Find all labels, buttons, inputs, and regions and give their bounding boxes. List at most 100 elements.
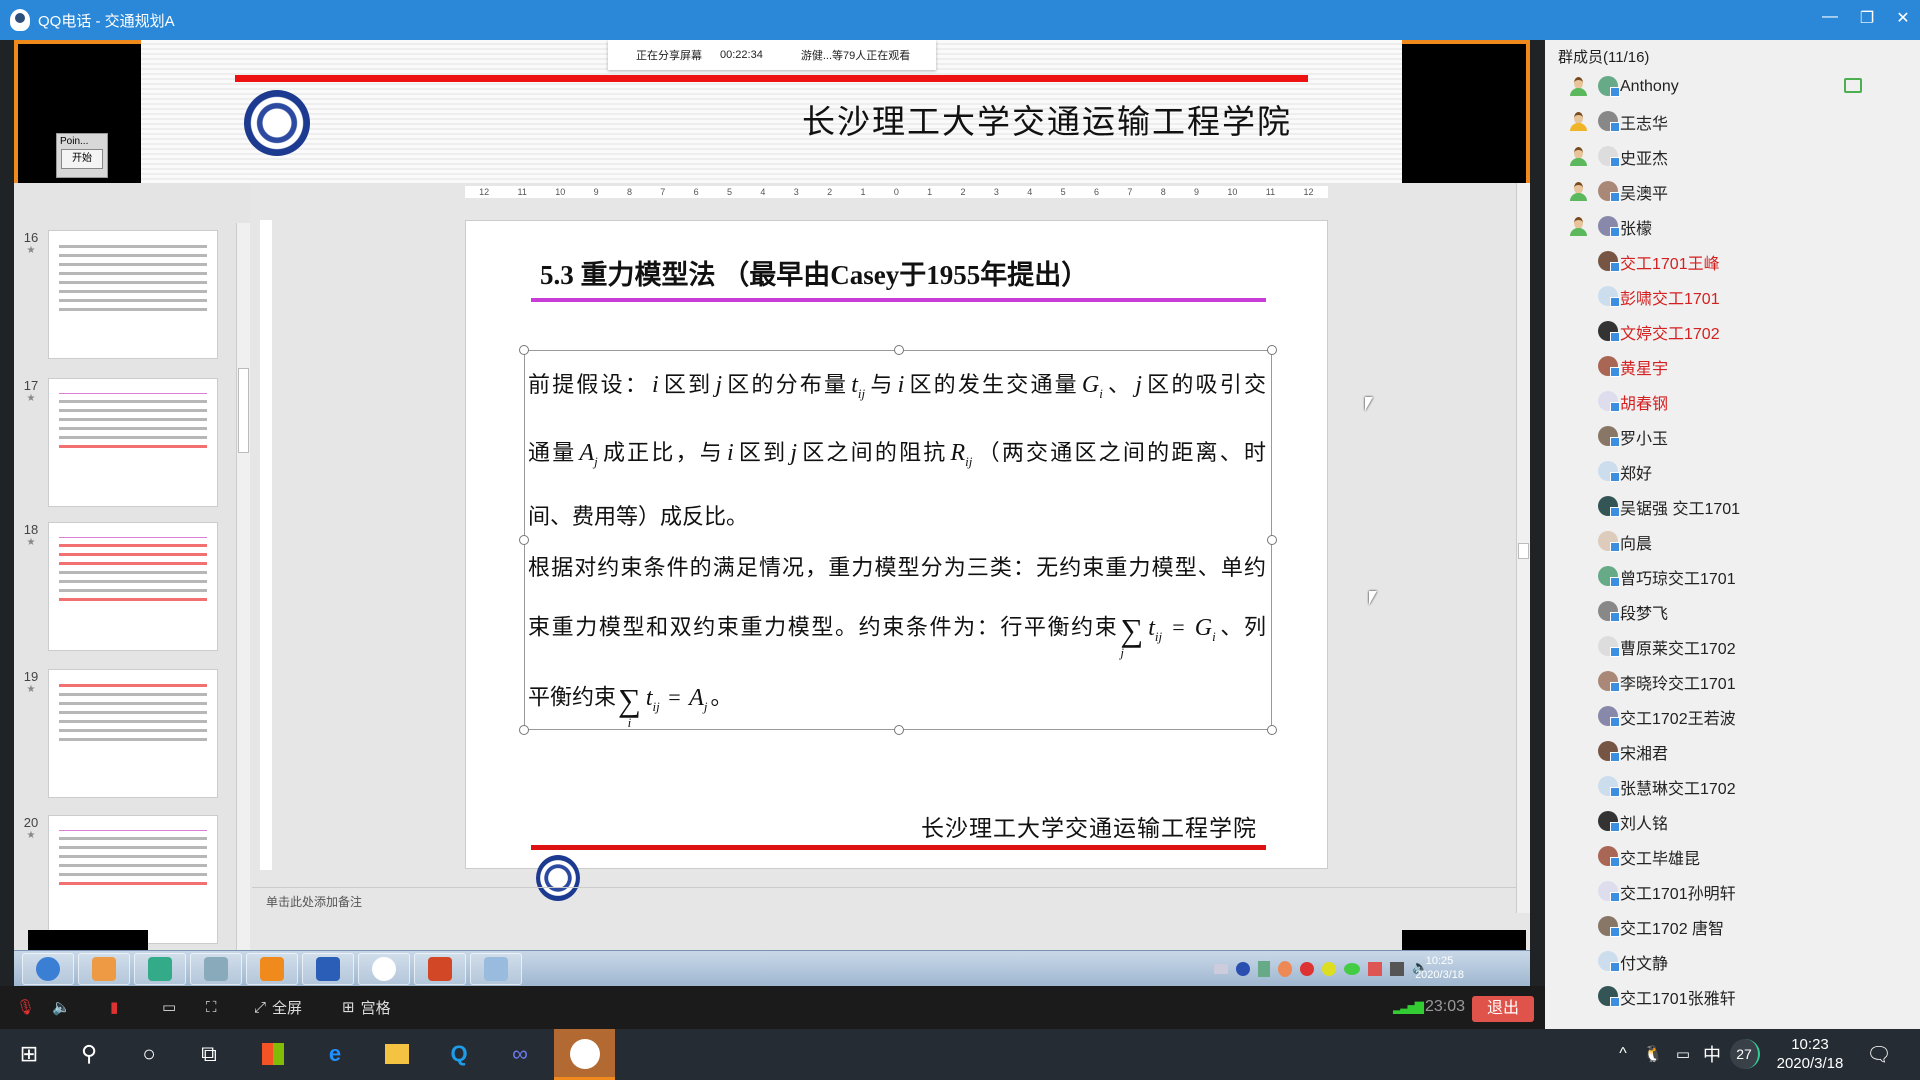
keyboard-icon[interactable] (1214, 964, 1228, 974)
remote-taskbar-browser[interactable] (134, 953, 186, 985)
slide-thumbnail[interactable] (48, 815, 218, 944)
member-item[interactable]: 刘人铭 (1545, 804, 1920, 839)
search-icon[interactable]: ⚲ (74, 1039, 104, 1069)
speaker-icon[interactable]: 🔈 (52, 996, 71, 1018)
restore-button[interactable]: ❐ (1852, 8, 1882, 28)
member-item[interactable]: 史亚杰 (1545, 139, 1920, 174)
close-button[interactable]: ✕ (1888, 8, 1918, 28)
member-item[interactable]: 文婷交工1702 (1545, 314, 1920, 349)
member-item[interactable]: 段梦飞 (1545, 594, 1920, 629)
camera-off-icon[interactable]: ▮ (110, 996, 118, 1018)
store-icon[interactable] (258, 1039, 288, 1069)
resize-handle[interactable] (894, 725, 904, 735)
math-symbol: i (897, 372, 905, 398)
edge-icon[interactable]: e (320, 1039, 350, 1069)
slide-thumbnail[interactable] (48, 378, 218, 507)
member-item[interactable]: 曹原莱交工1702 (1545, 629, 1920, 664)
notification-center-icon[interactable]: 🗨 (1864, 1039, 1894, 1069)
slide-thumbnail[interactable] (48, 230, 218, 359)
remote-taskbar-start-orb[interactable] (22, 953, 74, 985)
share-status: 正在分享屏幕 (636, 50, 702, 62)
black-region-right (1402, 40, 1530, 183)
remote-taskbar-paint[interactable] (470, 953, 522, 985)
member-item[interactable]: 罗小玉 (1545, 419, 1920, 454)
mic-muted-icon[interactable]: 🎙 (16, 996, 35, 1018)
wechat-icon[interactable] (1344, 963, 1360, 975)
fullscreen-button[interactable]: ⤢ 全屏 (254, 996, 302, 1018)
remote-taskbar-file-manager[interactable] (190, 953, 242, 985)
security-icon[interactable] (1258, 961, 1270, 977)
infinity-app-icon[interactable]: ∞ (505, 1039, 535, 1069)
battery-icon[interactable]: ▭ (1668, 1039, 1698, 1069)
task-view-icon[interactable]: ⧉ (194, 1039, 224, 1069)
slide-thumbnail[interactable] (48, 522, 218, 651)
member-item[interactable]: 付文静 (1545, 944, 1920, 979)
resize-handle[interactable] (519, 345, 529, 355)
member-item[interactable]: 交工1701孙明轩 (1545, 874, 1920, 909)
resize-handle[interactable] (1267, 345, 1277, 355)
member-item[interactable]: 交工毕雄昆 (1545, 839, 1920, 874)
member-item[interactable]: 交工1702 唐智 (1545, 909, 1920, 944)
member-item[interactable]: 胡春钢 (1545, 384, 1920, 419)
show-hidden-icons-chevron-icon[interactable]: ^ (1608, 1039, 1638, 1069)
tray-plus-icon[interactable] (1322, 962, 1336, 976)
resize-handle[interactable] (519, 725, 529, 735)
qq-tray-icon[interactable] (1278, 961, 1292, 977)
member-item[interactable]: 吴澳平 (1545, 174, 1920, 209)
slide-canvas[interactable]: 5.3 重力模型法 （最早由Casey于1955年提出） 前提假设： i 区到 j 区的… (465, 220, 1328, 901)
presentation-icon[interactable]: ⛶ (206, 996, 217, 1018)
member-item[interactable]: Anthony (1545, 69, 1920, 104)
resize-handle[interactable] (1267, 725, 1277, 735)
scrollbar-thumb[interactable] (238, 368, 249, 453)
notes-placeholder[interactable]: 单击此处添加备注 (266, 893, 362, 910)
minimize-button[interactable]: — (1815, 8, 1845, 26)
remote-taskbar-360-icon[interactable] (78, 953, 130, 985)
flag-icon[interactable] (1368, 962, 1382, 976)
file-explorer-icon[interactable] (382, 1039, 412, 1069)
pointer-start-button[interactable]: 开始 (61, 149, 103, 169)
ime-indicator[interactable]: 中 (1697, 1039, 1727, 1069)
slide-thumbnail[interactable] (48, 669, 218, 798)
member-item[interactable]: 张檬 (1545, 209, 1920, 244)
member-item[interactable]: 王志华 (1545, 104, 1920, 139)
grid-button[interactable]: ⊞ 宫格 (342, 996, 391, 1018)
remote-taskbar-gcs[interactable] (246, 953, 298, 985)
remote-taskbar-powerpoint[interactable] (414, 953, 466, 985)
member-item[interactable]: 曾巧琼交工1701 (1545, 559, 1920, 594)
exit-call-button[interactable]: 退出 (1472, 996, 1534, 1022)
help-icon[interactable] (1236, 962, 1250, 976)
remote-taskbar-app[interactable] (358, 953, 410, 985)
slide-number: 18 ★ (20, 522, 42, 548)
resize-handle[interactable] (1267, 535, 1277, 545)
member-item[interactable]: 彭啸交工1701 (1545, 279, 1920, 314)
member-item[interactable]: 吴锯强 交工1701 (1545, 489, 1920, 524)
resize-handle[interactable] (894, 345, 904, 355)
scrollbar-thumb[interactable] (1518, 543, 1529, 559)
selected-text-box[interactable]: 前提假设： i 区到 j 区的分布量 tij 与 i 区的发生交通量 Gi、 j 区的吸引交 通量 Aj 成… (519, 345, 1277, 735)
cortana-icon[interactable]: ○ (134, 1039, 164, 1069)
thumbnail-scrollbar[interactable] (236, 223, 250, 970)
tray-app-icon[interactable] (1300, 962, 1314, 976)
share-screen-icon[interactable]: ▭ (162, 996, 176, 1018)
remote-taskbar-word[interactable] (302, 953, 354, 985)
network-icon[interactable] (1390, 962, 1404, 976)
system-clock[interactable]: 10:23 2020/3/18 (1770, 1035, 1850, 1073)
member-item[interactable]: 郑好 (1545, 454, 1920, 489)
member-item[interactable]: 交工1701王峰 (1545, 244, 1920, 279)
qq-tray-icon[interactable]: 🐧 (1638, 1039, 1668, 1069)
member-item[interactable]: 向晨 (1545, 524, 1920, 559)
member-item[interactable]: 张慧琳交工1702 (1545, 769, 1920, 804)
member-item[interactable]: 交工1702王若波 (1545, 699, 1920, 734)
member-item[interactable]: 交工1701张雅轩 (1545, 979, 1920, 1014)
footer-logo-icon (536, 855, 580, 901)
resize-handle[interactable] (519, 535, 529, 545)
qq-browser-icon[interactable]: Q (444, 1039, 474, 1069)
member-item[interactable]: 宋湘君 (1545, 734, 1920, 769)
member-item[interactable]: 李晓玲交工1701 (1545, 664, 1920, 699)
windows-start-icon[interactable]: ⊞ (14, 1039, 44, 1069)
badge-counter[interactable]: 27 (1730, 1039, 1760, 1069)
active-app-button[interactable] (554, 1029, 615, 1080)
member-item[interactable]: 黄星宇 (1545, 349, 1920, 384)
slide-scrollbar[interactable] (1516, 183, 1530, 913)
remote-clock[interactable]: 10:25 2020/3/18 (1415, 954, 1464, 982)
